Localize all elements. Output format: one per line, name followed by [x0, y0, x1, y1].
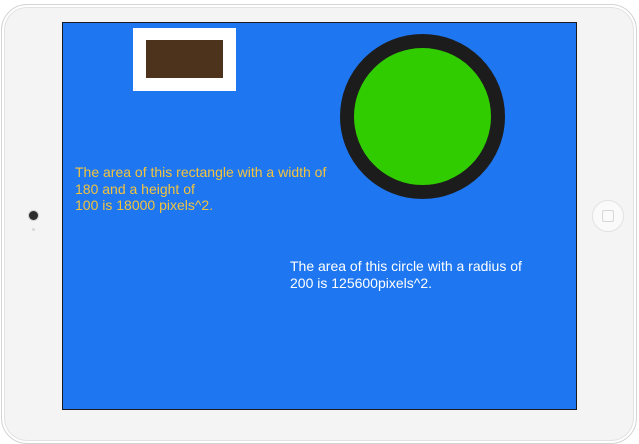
- rectangle-shape: [146, 40, 223, 78]
- home-button[interactable]: [592, 200, 624, 232]
- sensor-dot-icon: [32, 228, 35, 231]
- canvas-screen: The area of this rectangle with a width …: [62, 22, 577, 410]
- rectangle-frame: [133, 28, 236, 91]
- circle-area-text: The area of this circle with a radius of…: [290, 258, 522, 291]
- home-square-icon: [602, 210, 614, 222]
- rectangle-area-text: The area of this rectangle with a width …: [75, 164, 327, 213]
- circle-shape: [340, 34, 505, 199]
- front-camera-icon: [29, 211, 38, 220]
